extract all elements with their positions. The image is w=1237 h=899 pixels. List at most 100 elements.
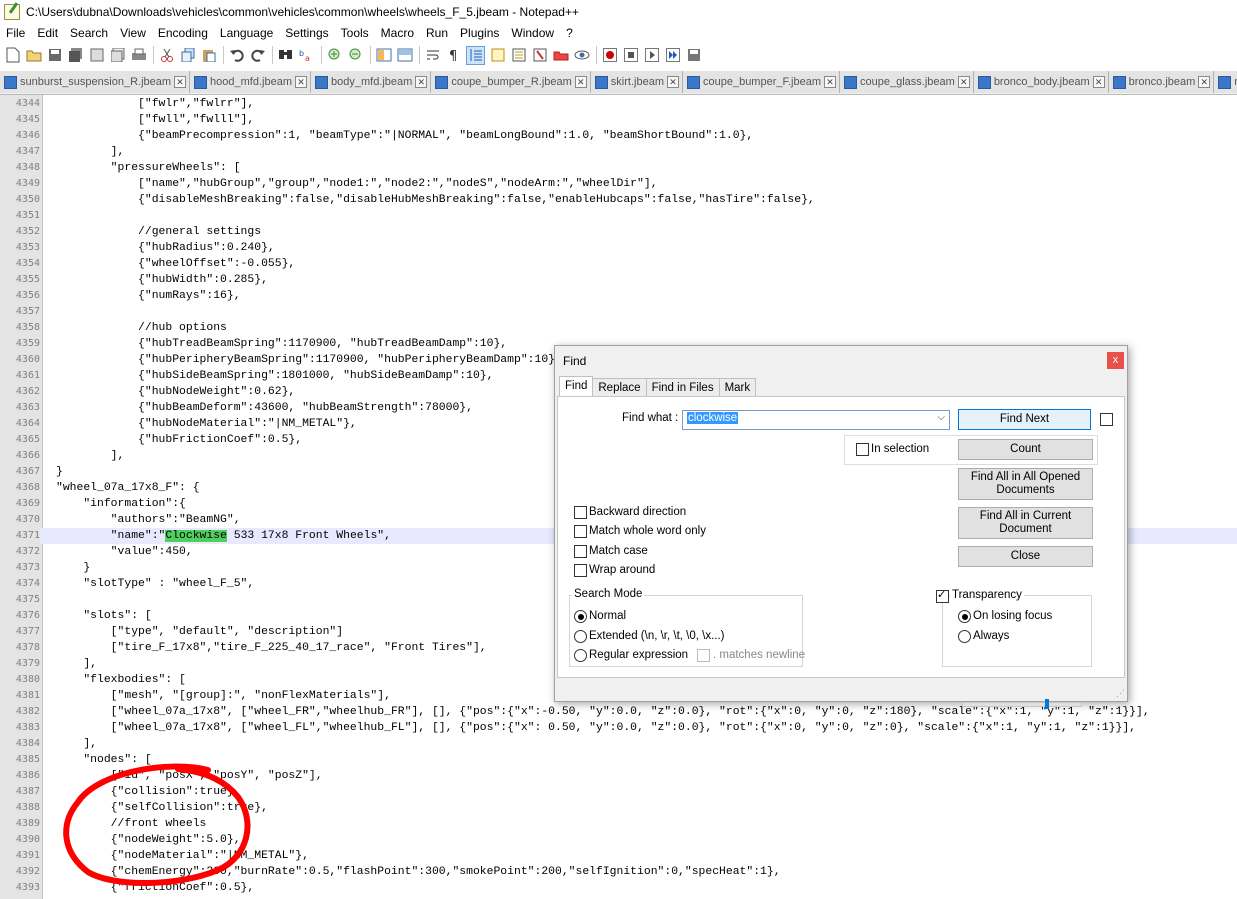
- tab-bronco-body[interactable]: bronco_body.jbeam ✕: [973, 71, 1109, 93]
- tab-close-icon[interactable]: ✕: [1198, 76, 1211, 88]
- eye-icon[interactable]: [573, 47, 590, 64]
- new-file-icon[interactable]: [4, 47, 21, 64]
- undo-icon[interactable]: [228, 47, 245, 64]
- tab-close-icon[interactable]: ✕: [1092, 76, 1105, 88]
- folder-icon[interactable]: [531, 47, 548, 64]
- menu-file[interactable]: File: [0, 24, 31, 42]
- mode-extended-radio[interactable]: [574, 630, 587, 643]
- show-all-chars-icon[interactable]: ¶: [445, 47, 462, 64]
- tab-coupe-bumper-r[interactable]: coupe_bumper_R.jbeam ✕: [431, 71, 591, 93]
- print-icon[interactable]: [130, 47, 147, 64]
- stop-icon[interactable]: [622, 47, 639, 64]
- find-all-opened-button[interactable]: Find All in All Opened Documents: [958, 468, 1093, 500]
- monitor-icon[interactable]: [552, 47, 569, 64]
- tab-close-icon[interactable]: ✕: [574, 76, 587, 88]
- tab-materials[interactable]: materi: [1214, 71, 1237, 93]
- tab-find-in-files[interactable]: Find in Files: [645, 378, 720, 397]
- menu-view[interactable]: View: [114, 24, 152, 42]
- play-icon[interactable]: [643, 47, 660, 64]
- tab-coupe-bumper-f[interactable]: coupe_bumper_F.jbeam ✕: [682, 71, 841, 93]
- close-button[interactable]: Close: [958, 546, 1093, 567]
- find-next-option-checkbox[interactable]: [1100, 413, 1113, 426]
- tab-close-icon[interactable]: ✕: [666, 76, 679, 88]
- redo-icon[interactable]: [249, 47, 266, 64]
- match-case-checkbox[interactable]: [574, 545, 587, 558]
- open-file-icon[interactable]: [25, 47, 42, 64]
- menu-macro[interactable]: Macro: [375, 24, 420, 42]
- chevron-down-icon[interactable]: ⌵: [937, 412, 945, 423]
- indent-guide-icon[interactable]: [466, 45, 485, 65]
- on-losing-focus-radio[interactable]: [958, 610, 971, 623]
- find-all-current-button[interactable]: Find All in Current Document: [958, 507, 1093, 539]
- menu-plugins[interactable]: Plugins: [454, 24, 505, 42]
- doc-map-icon[interactable]: [489, 47, 506, 64]
- wrap-around-checkbox[interactable]: [574, 564, 587, 577]
- menu-tools[interactable]: Tools: [335, 24, 375, 42]
- match-whole-word-checkbox[interactable]: [574, 525, 587, 538]
- replace-icon[interactable]: ba: [298, 47, 315, 64]
- tab-close-icon[interactable]: ✕: [957, 76, 970, 88]
- transparency-checkbox[interactable]: [936, 588, 949, 603]
- tab-coupe-glass[interactable]: coupe_glass.jbeam ✕: [840, 71, 974, 93]
- menu-run[interactable]: Run: [420, 24, 454, 42]
- paste-icon[interactable]: [200, 47, 217, 64]
- function-list-icon[interactable]: [510, 47, 527, 64]
- sync-h-icon[interactable]: [396, 47, 413, 64]
- tab-close-icon[interactable]: ✕: [174, 76, 187, 88]
- menu-encoding[interactable]: Encoding: [152, 24, 214, 42]
- menu-window[interactable]: Window: [505, 24, 560, 42]
- find-what-combo[interactable]: clockwise ⌵: [682, 410, 950, 430]
- tab-replace[interactable]: Replace: [592, 378, 647, 397]
- backward-direction-checkbox[interactable]: [574, 506, 587, 519]
- close-all-icon[interactable]: [109, 47, 126, 64]
- slider-thumb[interactable]: [1045, 699, 1049, 709]
- tab-skirt[interactable]: skirt.jbeam ✕: [590, 71, 683, 93]
- code-text: {"beamPrecompression":1, "beamType":"|NO…: [56, 130, 754, 142]
- dialog-close-button[interactable]: x: [1107, 352, 1124, 369]
- play-multiple-icon[interactable]: [664, 47, 681, 64]
- tab-label: sunburst_suspension_R.jbeam: [20, 76, 172, 88]
- mode-normal-radio[interactable]: [574, 610, 587, 623]
- find-icon[interactable]: [277, 47, 294, 64]
- transparency-slider[interactable]: [962, 699, 1082, 709]
- in-selection-checkbox[interactable]: [856, 443, 869, 456]
- line-number: 4385: [15, 754, 40, 765]
- save-all-icon[interactable]: [67, 47, 84, 64]
- menu-search[interactable]: Search: [64, 24, 114, 42]
- zoom-out-icon[interactable]: [347, 47, 364, 64]
- tab-hood-mfd[interactable]: hood_mfd.jbeam ✕: [190, 71, 311, 93]
- find-next-button[interactable]: Find Next: [958, 409, 1091, 430]
- code-line: 4357: [0, 304, 1237, 320]
- code-text: {"selfCollision":true},: [56, 802, 268, 814]
- tab-mark[interactable]: Mark: [718, 378, 757, 397]
- save-macro-icon[interactable]: [685, 47, 702, 64]
- tab-close-icon[interactable]: ✕: [295, 76, 307, 88]
- close-icon[interactable]: [88, 47, 105, 64]
- save-icon[interactable]: [46, 47, 63, 64]
- menu-settings[interactable]: Settings: [279, 24, 334, 42]
- sync-v-icon[interactable]: [375, 47, 392, 64]
- tab-body-mfd[interactable]: body_mfd.jbeam ✕: [311, 71, 432, 93]
- record-icon[interactable]: [601, 47, 618, 64]
- code-text: "value":450,: [56, 546, 193, 558]
- zoom-in-icon[interactable]: [326, 47, 343, 64]
- copy-icon[interactable]: [179, 47, 196, 64]
- tab-sunburst-suspension-r[interactable]: sunburst_suspension_R.jbeam ✕: [0, 71, 191, 93]
- count-button[interactable]: Count: [958, 439, 1093, 460]
- tab-close-icon[interactable]: ✕: [415, 76, 428, 88]
- word-wrap-icon[interactable]: [424, 47, 441, 64]
- menu-edit[interactable]: Edit: [31, 24, 64, 42]
- line-number: 4389: [15, 818, 40, 829]
- mode-regex-radio[interactable]: [574, 649, 587, 662]
- tab-find[interactable]: Find: [559, 376, 594, 397]
- tab-bronco[interactable]: bronco.jbeam ✕: [1108, 71, 1215, 93]
- matches-newline-checkbox[interactable]: [697, 649, 710, 662]
- code-text: }: [56, 466, 63, 478]
- tab-close-icon[interactable]: ✕: [824, 76, 837, 88]
- always-radio[interactable]: [958, 630, 971, 643]
- cut-icon[interactable]: [158, 47, 175, 64]
- resize-grip-icon[interactable]: ⋰: [1116, 688, 1125, 699]
- menu-language[interactable]: Language: [214, 24, 279, 42]
- menu-help[interactable]: ?: [560, 24, 579, 42]
- line-number: 4390: [15, 834, 40, 845]
